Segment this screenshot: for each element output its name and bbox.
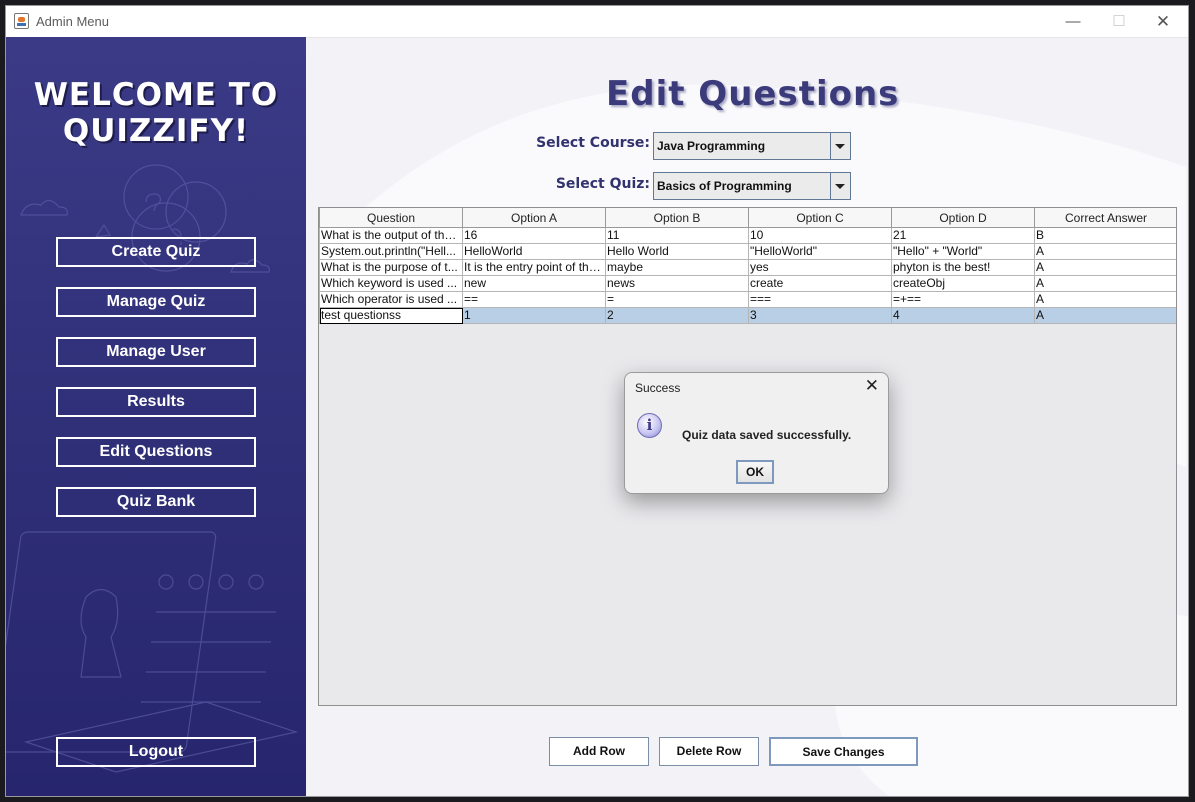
table-cell[interactable]: A <box>1034 307 1176 324</box>
table-cell[interactable]: 2 <box>605 307 749 324</box>
table-header-row: Question Option A Option B Option C Opti… <box>319 208 1176 228</box>
column-header[interactable]: Correct Answer <box>1034 208 1176 228</box>
table-cell[interactable]: 16 <box>462 227 606 244</box>
column-header[interactable]: Option B <box>605 208 749 228</box>
table-cell[interactable]: What is the purpose of t... <box>319 259 463 276</box>
table-cell[interactable]: "Hello" + "World" <box>891 243 1035 260</box>
column-header[interactable]: Option A <box>462 208 606 228</box>
table-row[interactable]: Which operator is used ... == = === =+==… <box>319 291 1176 308</box>
table-cell[interactable]: yes <box>748 259 892 276</box>
title-bar: Admin Menu — ☐ ✕ <box>6 6 1188 38</box>
edit-questions-button[interactable]: Edit Questions <box>56 437 256 467</box>
dialog-close-icon[interactable]: ✕ <box>865 376 879 396</box>
table-cell[interactable]: "HelloWorld" <box>748 243 892 260</box>
table-cell[interactable]: System.out.println("Hell... <box>319 243 463 260</box>
save-changes-button[interactable]: Save Changes <box>769 737 918 766</box>
select-course-label: Select Course: <box>536 135 650 151</box>
page-title: Edit Questions <box>606 74 900 114</box>
table-cell[interactable]: 3 <box>748 307 892 324</box>
column-header[interactable]: Option C <box>748 208 892 228</box>
dialog-title: Success <box>635 381 681 395</box>
logout-button[interactable]: Logout <box>56 737 256 767</box>
welcome-line-2: QUIZZIFY! <box>62 113 250 149</box>
dialog-message: Quiz data saved successfully. <box>682 428 852 442</box>
maximize-button[interactable]: ☐ <box>1096 9 1142 35</box>
table-row[interactable]: Which keyword is used ... new news creat… <box>319 275 1176 292</box>
ok-button[interactable]: OK <box>736 460 774 484</box>
table-cell[interactable]: A <box>1034 275 1176 292</box>
delete-row-button[interactable]: Delete Row <box>659 737 759 766</box>
table-cell[interactable]: A <box>1034 259 1176 276</box>
quiz-bank-button[interactable]: Quiz Bank <box>56 487 256 517</box>
manage-user-button[interactable]: Manage User <box>56 337 256 367</box>
java-app-icon <box>14 13 29 29</box>
table-cell[interactable]: Which operator is used ... <box>319 291 463 308</box>
welcome-heading: WELCOME TO QUIZZIFY! <box>6 77 306 149</box>
course-select[interactable]: Java Programming <box>653 132 851 160</box>
table-cell[interactable]: It is the entry point of the... <box>462 259 606 276</box>
table-cell[interactable]: Hello World <box>605 243 749 260</box>
table-row[interactable]: System.out.println("Hell... HelloWorld H… <box>319 243 1176 260</box>
create-quiz-button[interactable]: Create Quiz <box>56 237 256 267</box>
quiz-select-value: Basics of Programming <box>657 179 792 193</box>
table-cell[interactable]: 1 <box>462 307 606 324</box>
table-cell[interactable]: 4 <box>891 307 1035 324</box>
table-cell[interactable]: HelloWorld <box>462 243 606 260</box>
table-cell[interactable]: == <box>462 291 606 308</box>
table-row[interactable]: What is the purpose of t... It is the en… <box>319 259 1176 276</box>
table-cell[interactable]: = <box>605 291 749 308</box>
quiz-select[interactable]: Basics of Programming <box>653 172 851 200</box>
manage-quiz-button[interactable]: Manage Quiz <box>56 287 256 317</box>
table-row-selected[interactable]: test questionss 1 2 3 4 A <box>319 307 1176 324</box>
table-cell[interactable]: 11 <box>605 227 749 244</box>
minimize-button[interactable]: — <box>1050 9 1096 35</box>
table-row[interactable]: What is the output of the... 16 11 10 21… <box>319 227 1176 244</box>
window-title: Admin Menu <box>36 14 109 29</box>
table-cell[interactable]: A <box>1034 291 1176 308</box>
sidebar: WELCOME TO QUIZZIFY! Create Quiz Manage … <box>6 37 306 796</box>
close-window-button[interactable]: ✕ <box>1140 9 1186 35</box>
sidebar-illustration <box>6 164 299 773</box>
table-cell[interactable]: Which keyword is used ... <box>319 275 463 292</box>
success-dialog: Success ✕ i Quiz data saved successfully… <box>624 372 889 494</box>
table-cell[interactable]: phyton is the best! <box>891 259 1035 276</box>
chevron-down-icon[interactable] <box>830 133 850 159</box>
select-quiz-label: Select Quiz: <box>555 176 650 192</box>
column-header[interactable]: Question <box>319 208 463 228</box>
table-cell[interactable]: create <box>748 275 892 292</box>
table-cell[interactable]: A <box>1034 243 1176 260</box>
info-icon: i <box>637 413 662 438</box>
table-cell[interactable]: news <box>605 275 749 292</box>
table-cell[interactable]: =+== <box>891 291 1035 308</box>
add-row-button[interactable]: Add Row <box>549 737 649 766</box>
welcome-line-1: WELCOME TO <box>33 77 279 113</box>
table-cell[interactable]: new <box>462 275 606 292</box>
admin-window: Admin Menu — ☐ ✕ WELCOME TO QUIZZIFY! Cr… <box>5 5 1189 797</box>
table-cell[interactable]: === <box>748 291 892 308</box>
table-cell[interactable]: 21 <box>891 227 1035 244</box>
results-button[interactable]: Results <box>56 387 256 417</box>
table-cell[interactable]: What is the output of the... <box>319 227 463 244</box>
course-select-value: Java Programming <box>657 139 766 153</box>
table-cell[interactable]: maybe <box>605 259 749 276</box>
table-cell-focused[interactable]: test questionss <box>319 307 463 324</box>
column-header[interactable]: Option D <box>891 208 1035 228</box>
table-cell[interactable]: 10 <box>748 227 892 244</box>
table-cell[interactable]: B <box>1034 227 1176 244</box>
table-cell[interactable]: createObj <box>891 275 1035 292</box>
chevron-down-icon[interactable] <box>830 173 850 199</box>
